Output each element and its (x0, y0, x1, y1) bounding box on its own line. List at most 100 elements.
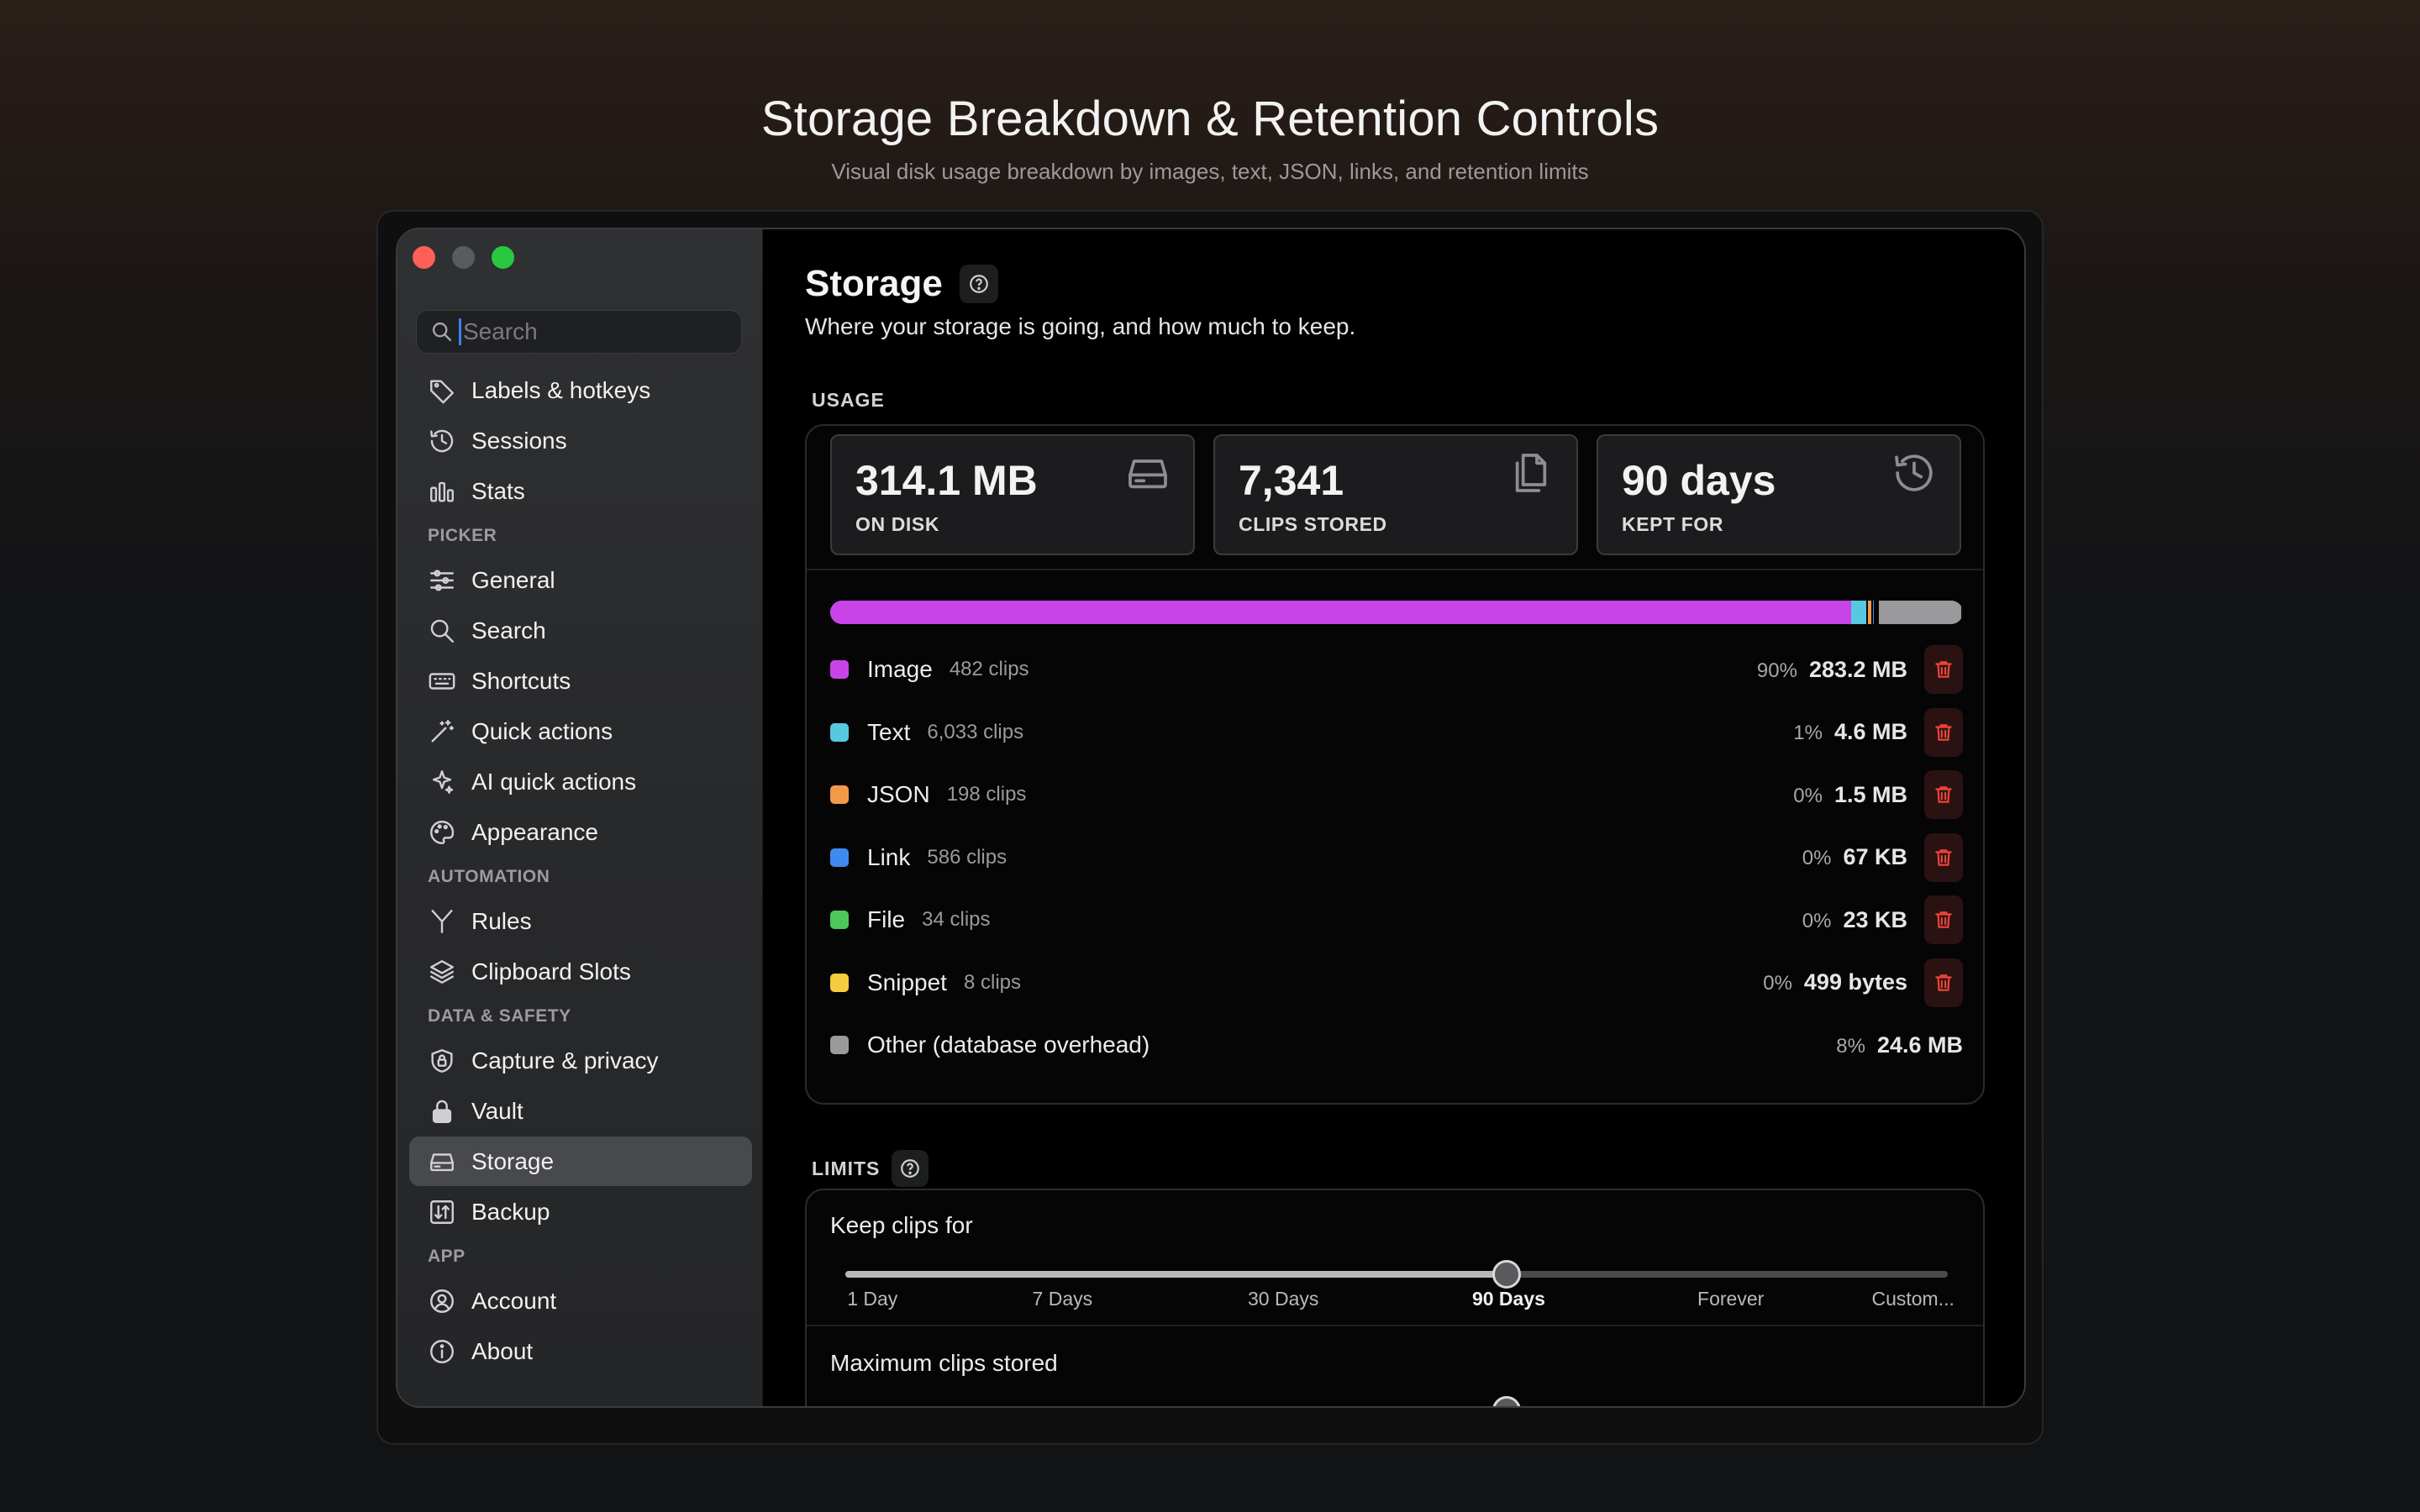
sidebar-item-backup[interactable]: Backup (409, 1187, 752, 1236)
slider-thumb[interactable] (1492, 1260, 1522, 1289)
slider-thumb[interactable] (1492, 1396, 1522, 1406)
help-button[interactable] (959, 265, 998, 303)
delete-category-button[interactable] (1924, 770, 1963, 820)
category-size: 283.2 MB (1808, 656, 1907, 682)
keep-option-forever[interactable]: Forever (1697, 1288, 1764, 1310)
sidebar-item-label: Clipboard Slots (471, 958, 631, 984)
category-color-swatch (830, 785, 849, 805)
sidebar-nav: Labels & hotkeys Sessions Stats PICKER Gener… (409, 365, 752, 1377)
category-row: Image 482 clips 90% 283.2 MB (830, 638, 1963, 701)
minimize-window-button[interactable] (452, 246, 475, 269)
wand-icon (431, 719, 454, 743)
keep-option-90-days[interactable]: 90 Days (1472, 1288, 1545, 1310)
category-percent: 0% (1802, 909, 1832, 932)
usage-card: 314.1 MB ON DISK 7,341 CLIPS STORED 90 days K… (805, 424, 1985, 1105)
category-size: 23 KB (1843, 906, 1907, 932)
sidebar-item-search[interactable]: Search (409, 606, 752, 655)
sidebar-item-clipboard-slots[interactable]: Clipboard Slots (409, 947, 752, 996)
sliders-icon (430, 569, 454, 591)
usage-heading: USAGE (812, 389, 885, 411)
lock-icon (432, 1100, 452, 1123)
trash-icon (1935, 974, 1952, 991)
slider-fill (845, 1271, 1507, 1278)
sidebar-item-label: Stats (471, 477, 525, 504)
settings-window: Labels & hotkeys Sessions Stats PICKER Gener… (396, 228, 2026, 1408)
keep-clips-label: Keep clips for (830, 1212, 973, 1238)
sidebar-item-account[interactable]: Account (409, 1276, 752, 1326)
keep-option-1-day[interactable]: 1 Day (847, 1288, 897, 1310)
category-usage: 8% 24.6 MB (1836, 1032, 1963, 1058)
sidebar-item-label: Labels & hotkeys (471, 376, 651, 403)
drive-icon (430, 1152, 454, 1171)
category-color-swatch (830, 660, 849, 680)
sidebar-item-general[interactable]: General (409, 555, 752, 605)
delete-category-button[interactable] (1924, 958, 1963, 1007)
category-usage: 0% 67 KB (1802, 844, 1907, 870)
delete-category-button[interactable] (1924, 895, 1963, 945)
category-clip-count: 198 clips (946, 783, 1027, 806)
sidebar-item-labels-hotkeys[interactable]: Labels & hotkeys (409, 365, 752, 415)
category-row: Text 6,033 clips 1% 4.6 MB (830, 701, 1963, 764)
category-color-swatch (830, 911, 849, 930)
sidebar-item-label: Rules (471, 907, 532, 934)
sidebar-item-quick-actions[interactable]: Quick actions (409, 706, 752, 756)
category-name: Text (867, 718, 911, 745)
sidebar-search (416, 310, 742, 354)
history-icon (430, 429, 454, 452)
keep-clips-slider[interactable] (845, 1260, 1948, 1289)
page-header: Storage Breakdown & Retention Controls V… (0, 91, 2420, 185)
branch-icon (431, 909, 453, 933)
category-size: 1.5 MB (1833, 781, 1907, 807)
sidebar-item-label: Appearance (471, 818, 599, 845)
page-title: Storage Breakdown & Retention Controls (760, 92, 1660, 146)
max-clips-label: Maximum clips stored (830, 1350, 1058, 1376)
sidebar-item-appearance[interactable]: Appearance (409, 807, 752, 857)
divider (807, 569, 1983, 570)
category-row: Link 586 clips 0% 67 KB (830, 827, 1963, 890)
category-percent: 8% (1836, 1034, 1865, 1058)
sidebar-section-label: APP (428, 1247, 466, 1266)
bar-segment-text (1851, 601, 1868, 624)
storage-breakdown-bar (830, 601, 1963, 624)
category-size: 499 bytes (1803, 969, 1907, 995)
delete-category-button[interactable] (1924, 645, 1963, 695)
sidebar-item-shortcuts[interactable]: Shortcuts (409, 656, 752, 706)
sidebar-item-about[interactable]: About (409, 1326, 752, 1376)
sidebar-item-stats[interactable]: Stats (409, 466, 752, 516)
question-icon (969, 275, 988, 293)
shield-lock-icon (431, 1048, 453, 1073)
stat-tile: 90 days KEPT FOR (1597, 434, 1961, 555)
info-icon (430, 1339, 454, 1363)
limits-help-button[interactable] (892, 1150, 929, 1187)
sidebar-item-label: Storage (471, 1147, 555, 1174)
sidebar-section-label: DATA & SAFETY (428, 1006, 571, 1026)
close-window-button[interactable] (413, 246, 435, 269)
category-name: Image (867, 656, 933, 683)
category-list: Image 482 clips 90% 283.2 MB Text 6,033 clips… (830, 638, 1963, 1077)
sidebar-item-sessions[interactable]: Sessions (409, 416, 752, 465)
trash-icon (1935, 724, 1952, 741)
category-usage: 1% 4.6 MB (1793, 719, 1907, 745)
search-input[interactable] (459, 318, 728, 345)
sidebar-section-label: PICKER (428, 526, 497, 545)
category-clip-count: 586 clips (927, 845, 1007, 869)
category-clip-count: 8 clips (963, 970, 1021, 994)
sidebar-item-capture-privacy[interactable]: Capture & privacy (409, 1036, 752, 1085)
keep-option-7-days[interactable]: 7 Days (1033, 1288, 1093, 1310)
sidebar-item-ai-quick-actions[interactable]: AI quick actions (409, 757, 752, 806)
documents-icon (1515, 454, 1547, 492)
keep-option-custom[interactable]: Custom... (1871, 1288, 1954, 1310)
sidebar-item-rules[interactable]: Rules (409, 896, 752, 946)
sidebar-item-vault[interactable]: Vault (409, 1086, 752, 1136)
sidebar-item-storage[interactable]: Storage (409, 1137, 752, 1186)
category-color-swatch (830, 848, 849, 867)
zoom-window-button[interactable] (492, 246, 514, 269)
category-usage: 0% 499 bytes (1763, 969, 1907, 995)
search-icon (432, 322, 452, 342)
keep-option-30-days[interactable]: 30 Days (1248, 1288, 1318, 1310)
sidebar-item-label: Backup (471, 1198, 550, 1225)
backup-icon (430, 1200, 454, 1224)
delete-category-button[interactable] (1924, 707, 1963, 757)
drive-icon (1128, 459, 1167, 489)
delete-category-button[interactable] (1924, 832, 1963, 882)
